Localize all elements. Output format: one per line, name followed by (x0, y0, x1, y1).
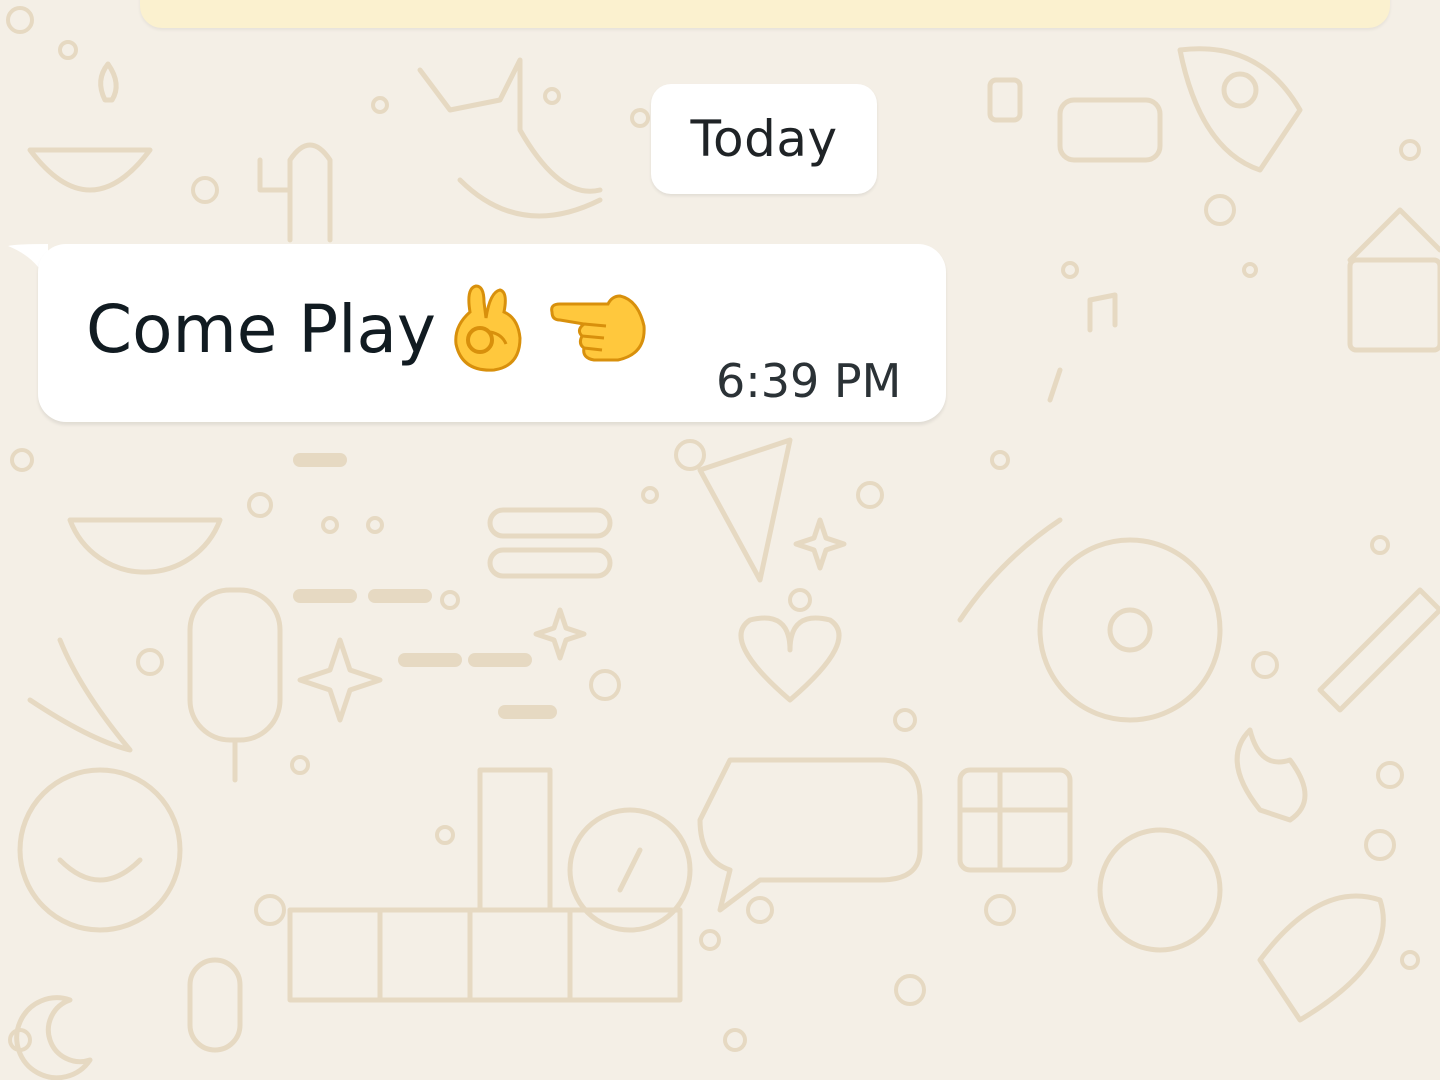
message-text: Come Play (86, 291, 436, 368)
message-timestamp: 6:39 PM (716, 354, 902, 408)
ok-hand-emoji-icon (454, 284, 522, 372)
date-separator-label: Today (690, 110, 838, 168)
date-separator: Today (651, 84, 877, 194)
incoming-message-bubble[interactable]: Come Play 6:39 PM (38, 244, 946, 422)
top-banner (140, 0, 1390, 28)
pointing-right-emoji-icon (550, 294, 646, 362)
